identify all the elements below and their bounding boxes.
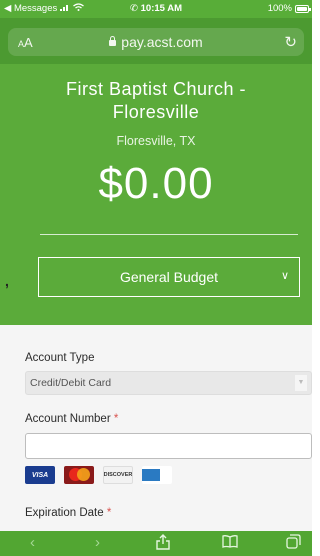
stray-mark: ,	[5, 273, 9, 289]
tabs-icon[interactable]	[286, 534, 301, 553]
required-marker: *	[113, 413, 119, 425]
bookmarks-icon[interactable]	[222, 534, 238, 552]
fund-select[interactable]: General Budget ∨	[38, 257, 300, 297]
donation-header: First Baptist Church - Floresville Flore…	[0, 64, 312, 325]
donation-amount[interactable]: $0.00	[0, 159, 312, 209]
required-marker: *	[106, 507, 112, 519]
browser-toolbar: ‹ ›	[0, 531, 312, 556]
account-number-input[interactable]	[25, 433, 312, 459]
back-icon[interactable]: ‹	[30, 534, 35, 551]
payment-form: Account Type Credit/Debit Card ▼ Account…	[0, 325, 312, 531]
account-type-select[interactable]: Credit/Debit Card ▼	[25, 371, 312, 395]
church-name: First Baptist Church - Floresville	[65, 79, 247, 122]
battery-fill	[297, 6, 307, 11]
account-number-label: Account Number *	[25, 413, 118, 425]
lock-icon	[109, 36, 117, 46]
account-number-label-text: Account Number	[25, 413, 111, 425]
select-arrow-icon: ▼	[295, 375, 307, 391]
page: ◀ Messages ✆ 10:15 AM 100% AA pay.acst.c…	[0, 0, 312, 556]
reload-icon[interactable]: ↻	[284, 33, 297, 51]
accepted-cards: VISA DISCOVER	[25, 466, 172, 484]
chevron-down-icon: ∨	[280, 270, 289, 282]
status-right: 100%	[267, 3, 311, 14]
clock-time: 10:15 AM	[140, 3, 182, 14]
battery-icon	[295, 4, 311, 13]
battery-percent: 100%	[267, 3, 292, 14]
discover-card-logo: DISCOVER	[103, 466, 133, 484]
share-icon[interactable]	[156, 534, 170, 554]
phone-icon: ✆	[130, 3, 138, 14]
fund-selected-value: General Budget	[119, 269, 219, 285]
url-display: pay.acst.com	[8, 34, 304, 50]
status-time: ✆ 10:15 AM	[0, 3, 312, 14]
amount-divider	[40, 234, 298, 235]
url-field[interactable]: AA pay.acst.com ↻	[8, 28, 304, 56]
status-bar: ◀ Messages ✆ 10:15 AM 100%	[0, 0, 312, 18]
amex-card-logo	[142, 466, 172, 484]
account-type-value: Credit/Debit Card	[30, 377, 112, 389]
visa-card-logo: VISA	[25, 466, 55, 484]
account-type-label: Account Type	[25, 352, 95, 364]
url-domain: pay.acst.com	[121, 34, 203, 50]
expiration-date-label-text: Expiration Date	[25, 507, 104, 519]
browser-address-bar: AA pay.acst.com ↻	[0, 18, 312, 64]
forward-icon[interactable]: ›	[95, 534, 100, 551]
expiration-date-label: Expiration Date *	[25, 507, 111, 519]
mastercard-card-logo	[64, 466, 94, 484]
church-location: Floresville, TX	[116, 134, 196, 148]
